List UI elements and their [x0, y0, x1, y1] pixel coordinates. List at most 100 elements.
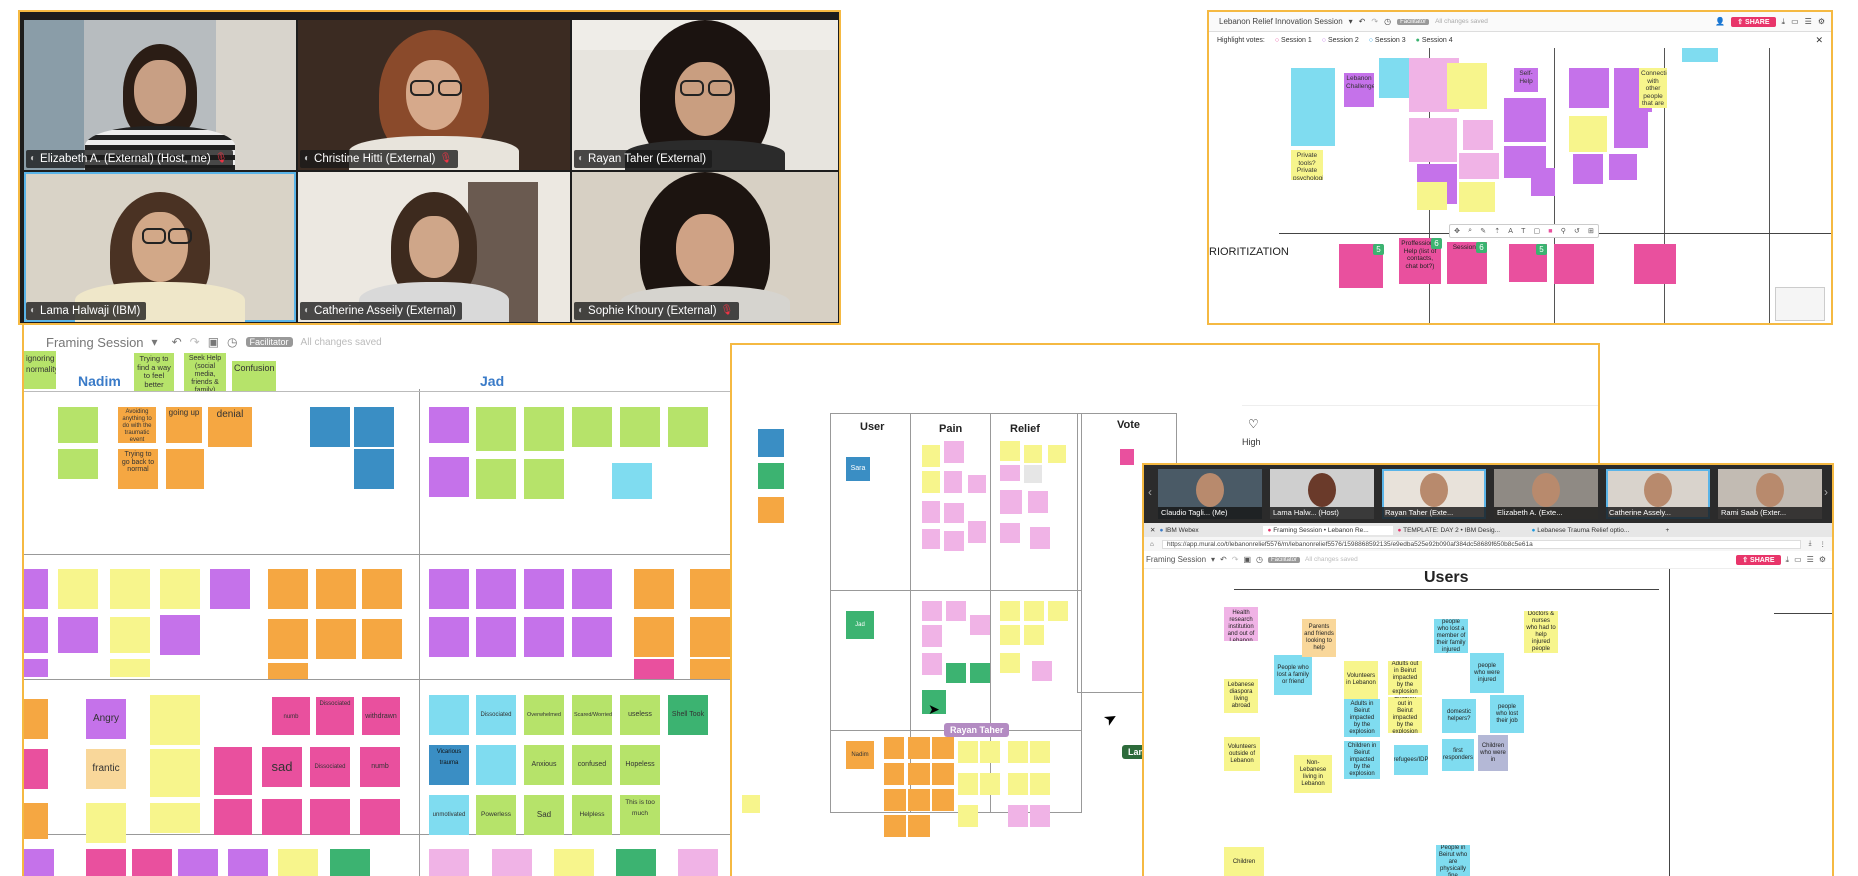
outline-icon[interactable]: ☰: [1807, 555, 1814, 564]
user-sticky-note[interactable]: people who lost their job: [1490, 695, 1524, 733]
tab-template[interactable]: ● TEMPLATE: DAY 2 • IBM Desig...: [1397, 527, 1527, 534]
timer-icon[interactable]: ◷: [1384, 17, 1391, 26]
chevron-down-icon[interactable]: ▾: [1211, 555, 1215, 564]
chevron-down-icon[interactable]: ▾: [1349, 17, 1353, 26]
download-icon[interactable]: ⤓: [1786, 555, 1790, 565]
user-sticky-note[interactable]: domestic helpers?: [1442, 699, 1476, 733]
stop-icon[interactable]: ▣: [1243, 555, 1251, 564]
facilitator-badge[interactable]: Facilitator: [1268, 556, 1301, 563]
tab-close-icon[interactable]: ✕: [1150, 526, 1155, 534]
user-icon[interactable]: 👤: [1715, 17, 1725, 26]
browser-tabs: ✕ ● IBM Webex ● Framing Session • Lebano…: [1144, 523, 1832, 537]
user-jad[interactable]: Jad: [846, 611, 874, 639]
cursor-icon: ➤: [928, 701, 940, 717]
participant-tile[interactable]: ◐ Catherine Asseily (External): [298, 172, 570, 322]
redo-icon[interactable]: ↷: [1232, 555, 1239, 564]
settings-icon[interactable]: ⚙: [1819, 555, 1832, 564]
share-button[interactable]: ⇧ SHARE: [1731, 16, 1776, 27]
participant-tile[interactable]: Rami Saab (Exter...: [1718, 469, 1822, 519]
share-button[interactable]: ⇧ SHARE: [1736, 554, 1781, 565]
participant-tile[interactable]: ◐ Rayan Taher (External): [572, 20, 838, 170]
audio-icon: ◐: [578, 153, 585, 164]
outline-icon[interactable]: ☰: [1805, 17, 1812, 26]
address-bar-row: ⌂ https://app.mural.co/t/lebanonrelief55…: [1144, 537, 1832, 551]
user-sticky-note[interactable]: Doctors & nurses who had to help injured…: [1524, 611, 1558, 653]
participant-tile[interactable]: Catherine Assely...: [1606, 469, 1710, 519]
tab-trauma[interactable]: ● Lebanese Trauma Relief optio...: [1531, 527, 1661, 534]
user-sticky-note[interactable]: Children out in Beirut impacted by the e…: [1388, 697, 1422, 733]
user-nadim[interactable]: Nadim: [846, 741, 874, 769]
user-sara[interactable]: Sara: [846, 457, 870, 481]
home-icon[interactable]: ⌂: [1150, 541, 1154, 548]
highlight-votes-bar: Highlight votes: ○ Session 1 ○ Session 2…: [1209, 33, 1831, 47]
participant-name: Elizabeth A. (Exte...: [1494, 507, 1598, 519]
download-icon[interactable]: ⤓: [1809, 540, 1812, 548]
save-status: All changes saved: [1435, 18, 1488, 25]
user-sticky-note[interactable]: Adults in Beirut impacted by the explosi…: [1344, 699, 1380, 737]
user-sticky-note[interactable]: Children: [1224, 847, 1264, 876]
url-field[interactable]: https://app.mural.co/t/lebanonrelief5576…: [1161, 539, 1801, 549]
chevron-down-icon[interactable]: ▾: [152, 335, 158, 349]
user-sticky-note[interactable]: Children who were in: [1478, 735, 1508, 771]
participant-tile[interactable]: Lama Halw... (Host): [1270, 469, 1374, 519]
participant-tile[interactable]: ◐ Elizabeth A. (External) (Host, me) 🎙: [24, 20, 296, 170]
undo-icon[interactable]: ↶: [1359, 17, 1366, 26]
participant-tile[interactable]: Rayan Taher (Exte...: [1382, 469, 1486, 519]
user-sticky-note[interactable]: Adults out in Beirut impacted by the exp…: [1388, 661, 1422, 695]
chevron-right-icon[interactable]: ›: [1824, 485, 1828, 499]
user-sticky-note[interactable]: People who lost a family or friend: [1274, 655, 1312, 695]
session-2-toggle[interactable]: ○ Session 2: [1322, 37, 1359, 44]
participant-name: ◐ Catherine Asseily (External): [300, 302, 462, 320]
stop-icon[interactable]: ▣: [208, 335, 219, 349]
framing-title[interactable]: Framing Session: [1146, 555, 1206, 564]
participant-tile[interactable]: ◐ Sophie Khoury (External) 🎙: [572, 172, 838, 322]
session-3-toggle[interactable]: ○ Session 3: [1369, 37, 1406, 44]
user-sticky-note[interactable]: Children in Beirut impacted by the explo…: [1344, 741, 1380, 779]
mural-board[interactable]: RIORITIZATION Lebanon Challenge Private …: [1209, 48, 1831, 323]
participant-tile[interactable]: Elizabeth A. (Exte...: [1494, 469, 1598, 519]
text-format-toolbar[interactable]: ✥ ⌕ ✎ ⇡ A T ▢ ■ ⚲ ↺ ⊞: [1449, 224, 1599, 238]
user-sticky-note[interactable]: first responders: [1442, 739, 1474, 771]
session-1-toggle[interactable]: ○ Session 1: [1275, 37, 1312, 44]
participant-name: ◐ Sophie Khoury (External) 🎙: [574, 302, 740, 320]
comment-icon[interactable]: ▭: [1794, 555, 1802, 564]
participant-tile[interactable]: ◐ Christine Hitti (External) 🎙: [298, 20, 570, 170]
settings-icon[interactable]: ⚙: [1818, 17, 1831, 26]
comment-icon[interactable]: ▭: [1791, 17, 1799, 26]
participant-tile[interactable]: ◐ Lama Halwaji (IBM): [24, 172, 296, 322]
menu-icon[interactable]: ⋮: [1820, 540, 1833, 548]
user-sticky-note[interactable]: Volunteers outside of Lebanon: [1224, 737, 1260, 771]
facilitator-badge[interactable]: Facilitator: [1397, 18, 1430, 25]
users-board[interactable]: Users Lebanese diaspora living abroad Peo…: [1144, 569, 1832, 876]
participant-tile[interactable]: Claudio Tagli... (Me): [1158, 469, 1262, 519]
mural-title[interactable]: Lebanon Relief Innovation Session: [1219, 17, 1343, 26]
user-sticky-note[interactable]: people who lost a member of their family…: [1434, 619, 1468, 653]
timer-icon[interactable]: ◷: [1256, 555, 1263, 564]
user-sticky-note[interactable]: refugees/IDP: [1394, 745, 1428, 775]
framing-board[interactable]: Nadim Jad ignoring normality Trying to f…: [24, 351, 742, 876]
download-icon[interactable]: ⤓: [1782, 17, 1786, 27]
user-sticky-note[interactable]: Parents and friends looking to help: [1302, 619, 1336, 657]
tab-framing[interactable]: ● Framing Session • Lebanon Re...: [1263, 525, 1394, 535]
new-tab-icon[interactable]: +: [1665, 527, 1669, 534]
undo-icon[interactable]: ↶: [1220, 555, 1227, 564]
tab-webex[interactable]: ● IBM Webex: [1159, 527, 1259, 534]
minimap[interactable]: [1775, 287, 1825, 321]
chevron-left-icon[interactable]: ‹: [1148, 485, 1152, 499]
user-sticky-note[interactable]: Volunteers in Lebanon: [1344, 661, 1378, 699]
webex-browser-panel: ‹ › Claudio Tagli... (Me) Lama Halw... (H…: [1142, 463, 1834, 876]
user-sticky-note[interactable]: people who were injured: [1470, 653, 1504, 693]
session-4-toggle[interactable]: ● Session 4: [1416, 37, 1453, 44]
redo-icon[interactable]: ↷: [190, 335, 200, 349]
user-sticky-note[interactable]: Lebanese diaspora living abroad: [1224, 679, 1258, 713]
user-sticky-note[interactable]: Mental Health research institution and o…: [1224, 607, 1258, 641]
timer-icon[interactable]: ◷: [227, 335, 237, 349]
facilitator-badge[interactable]: Facilitator: [245, 337, 293, 347]
redo-icon[interactable]: ↷: [1371, 17, 1378, 26]
user-sticky-note[interactable]: People in Beirut who are physically fine: [1436, 845, 1470, 876]
participant-name: Rayan Taher (Exte...: [1382, 507, 1486, 519]
framing-title[interactable]: Framing Session: [46, 335, 144, 350]
user-sticky-note[interactable]: Non-Lebanese living in Lebanon: [1294, 755, 1332, 793]
undo-icon[interactable]: ↶: [172, 335, 182, 349]
close-icon[interactable]: ✕: [1815, 35, 1831, 46]
